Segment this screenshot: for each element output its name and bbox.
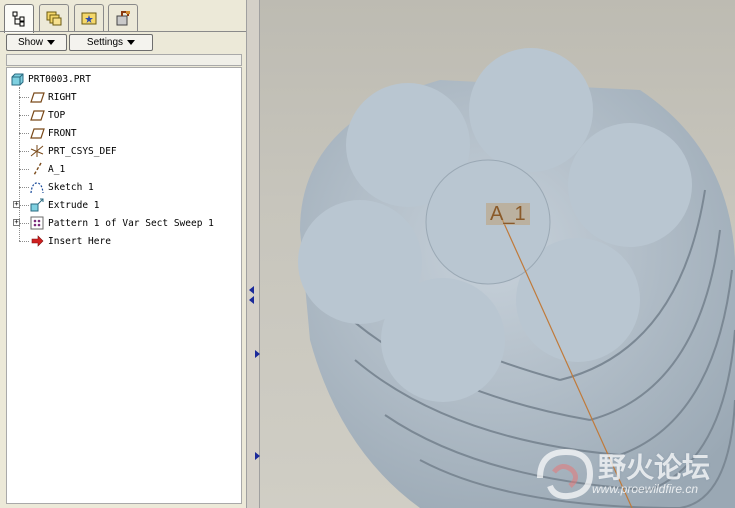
tree-connector bbox=[19, 205, 29, 206]
tree-item-front[interactable]: FRONT bbox=[29, 125, 77, 141]
collapse-left-icon[interactable] bbox=[249, 296, 254, 304]
tree-item-label: RIGHT bbox=[48, 91, 77, 103]
tree-connector bbox=[19, 169, 29, 170]
collapse-left-icon[interactable] bbox=[249, 286, 254, 294]
watermark-title: 野火论坛 bbox=[598, 451, 711, 484]
show-button[interactable]: Show bbox=[6, 34, 67, 51]
expand-toggle[interactable]: + bbox=[13, 201, 20, 208]
datum-axis-icon bbox=[29, 162, 45, 176]
settings-button[interactable]: Settings bbox=[69, 34, 153, 51]
datum-plane-icon bbox=[29, 108, 45, 122]
tree-item-label: TOP bbox=[48, 109, 66, 121]
model-render bbox=[298, 48, 735, 508]
part-icon bbox=[9, 72, 25, 86]
coordinate-system-icon bbox=[29, 144, 45, 158]
navigator-panel: Show Settings PRT0003.PRT RIGHT TOP FRON… bbox=[0, 0, 246, 508]
folder-browser-icon bbox=[46, 11, 62, 26]
tree-connector bbox=[19, 241, 29, 242]
tree-item-a1[interactable]: A_1 bbox=[29, 161, 65, 177]
tree-item-csys[interactable]: PRT_CSYS_DEF bbox=[29, 143, 117, 159]
datum-plane-icon bbox=[29, 90, 45, 104]
tree-connector bbox=[19, 97, 29, 98]
tree-item-label: Extrude 1 bbox=[48, 199, 100, 211]
chevron-down-icon bbox=[127, 40, 136, 45]
tree-item-insert-here[interactable]: Insert Here bbox=[29, 233, 111, 249]
axis-label-a1[interactable]: A_1 bbox=[486, 203, 530, 225]
connections-icon bbox=[116, 11, 130, 26]
watermark-logo-icon bbox=[537, 448, 594, 500]
tab-model-tree[interactable] bbox=[4, 4, 34, 33]
tab-folder-browser[interactable] bbox=[39, 4, 69, 31]
datum-plane-icon bbox=[29, 126, 45, 140]
tree-connector bbox=[19, 187, 29, 188]
tree-item-top[interactable]: TOP bbox=[29, 107, 65, 123]
tree-item-label: FRONT bbox=[48, 127, 77, 139]
graphics-viewport[interactable]: A_1 野火论坛 www.proewildfire.cn bbox=[260, 0, 735, 508]
tree-item-label: Pattern 1 of Var Sect Sweep 1 bbox=[48, 217, 214, 229]
tree-connector bbox=[19, 223, 29, 224]
tree-column-header bbox=[6, 54, 242, 66]
tree-item-pattern1[interactable]: Pattern 1 of Var Sect Sweep 1 bbox=[29, 215, 214, 231]
tree-connector bbox=[19, 133, 29, 134]
tree-item-label: Insert Here bbox=[48, 235, 111, 247]
tab-connections[interactable] bbox=[108, 4, 138, 31]
settings-button-label: Settings bbox=[86, 37, 124, 48]
tree-root-item[interactable]: PRT0003.PRT bbox=[9, 71, 91, 87]
insert-here-arrow-icon bbox=[29, 234, 45, 248]
expand-toggle[interactable]: + bbox=[13, 219, 20, 226]
tree-item-right[interactable]: RIGHT bbox=[29, 89, 77, 105]
tree-connector bbox=[19, 115, 29, 116]
tree-item-label: A_1 bbox=[48, 163, 66, 175]
tree-item-label: Sketch 1 bbox=[48, 181, 94, 193]
tree-item-extrude1[interactable]: Extrude 1 bbox=[29, 197, 99, 213]
tree-connector bbox=[19, 151, 29, 152]
navigator-splitter[interactable] bbox=[246, 0, 260, 508]
tree-item-label: PRT_CSYS_DEF bbox=[48, 145, 117, 157]
tab-favorites[interactable] bbox=[74, 4, 104, 31]
tab-bar-divider bbox=[0, 31, 246, 32]
tree-root-label: PRT0003.PRT bbox=[28, 73, 91, 85]
extrude-icon bbox=[29, 198, 45, 212]
tree-connector bbox=[19, 87, 20, 241]
chevron-down-icon bbox=[47, 40, 55, 45]
watermark-url: www.proewildfire.cn bbox=[592, 482, 699, 496]
model-tree[interactable]: PRT0003.PRT RIGHT TOP FRONT PRT_CSYS_DEF… bbox=[6, 67, 242, 504]
favorites-icon bbox=[81, 12, 97, 25]
sketch-icon bbox=[29, 180, 45, 194]
show-button-label: Show bbox=[17, 37, 43, 48]
watermark: 野火论坛 www.proewildfire.cn bbox=[528, 442, 735, 506]
pattern-icon bbox=[29, 216, 45, 230]
tree-item-sketch1[interactable]: Sketch 1 bbox=[29, 179, 94, 195]
model-tree-icon bbox=[12, 11, 25, 27]
